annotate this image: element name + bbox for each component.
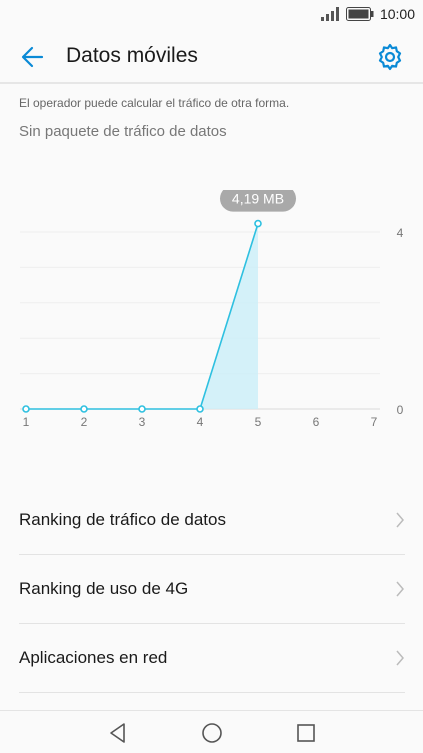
status-icons: 10:00	[320, 6, 415, 22]
package-status: Sin paquete de tráfico de datos	[19, 123, 227, 140]
x-tick-label: 5	[255, 415, 262, 429]
navigation-bar	[0, 710, 423, 753]
back-nav-icon[interactable]	[106, 721, 130, 745]
data-point	[254, 219, 262, 228]
data-point	[80, 405, 88, 413]
value-tooltip-label: 4,19 MB	[232, 191, 284, 207]
data-point	[138, 405, 146, 413]
x-tick-label: 2	[81, 415, 88, 429]
y-tick-label: 0	[397, 403, 404, 417]
x-tick-label: 7	[371, 415, 378, 429]
status-time: 10:00	[379, 6, 415, 22]
y-tick-label: 4	[397, 226, 404, 240]
operator-note: El operador puede calcular el tráfico de…	[19, 96, 290, 110]
page-title: Datos móviles	[66, 44, 198, 67]
chevron-right-icon	[396, 581, 404, 597]
gear-icon[interactable]	[375, 42, 405, 72]
chevron-right-icon	[396, 512, 404, 528]
x-tick-label: 1	[23, 415, 30, 429]
traffic-chart: 1 2 3 4 5 6 7 0 4 4,19 MB	[20, 190, 404, 429]
home-nav-icon[interactable]	[200, 721, 224, 745]
signal-icon	[320, 7, 339, 21]
battery-icon	[345, 7, 374, 21]
x-tick-label: 4	[197, 415, 204, 429]
arrow-back-icon[interactable]	[18, 42, 48, 72]
settings-list: Ranking de tráfico de datos Ranking de u…	[19, 486, 405, 693]
status-bar: 10:00	[0, 0, 423, 30]
list-item-4g-ranking[interactable]: Ranking de uso de 4G	[19, 555, 405, 624]
list-item-label: Aplicaciones en red	[19, 648, 168, 667]
list-item-traffic-ranking[interactable]: Ranking de tráfico de datos	[19, 486, 405, 555]
app-header: Datos móviles	[0, 30, 423, 82]
x-tick-label: 3	[139, 415, 146, 429]
recents-nav-icon[interactable]	[294, 721, 318, 745]
list-item-label: Ranking de tráfico de datos	[19, 510, 226, 529]
list-item-network-apps[interactable]: Aplicaciones en red	[19, 624, 405, 693]
header-divider	[0, 82, 423, 84]
list-item-label: Ranking de uso de 4G	[19, 579, 189, 598]
x-tick-label: 6	[313, 415, 320, 429]
chevron-right-icon	[396, 650, 404, 666]
data-point	[196, 405, 204, 413]
data-point	[22, 405, 30, 413]
